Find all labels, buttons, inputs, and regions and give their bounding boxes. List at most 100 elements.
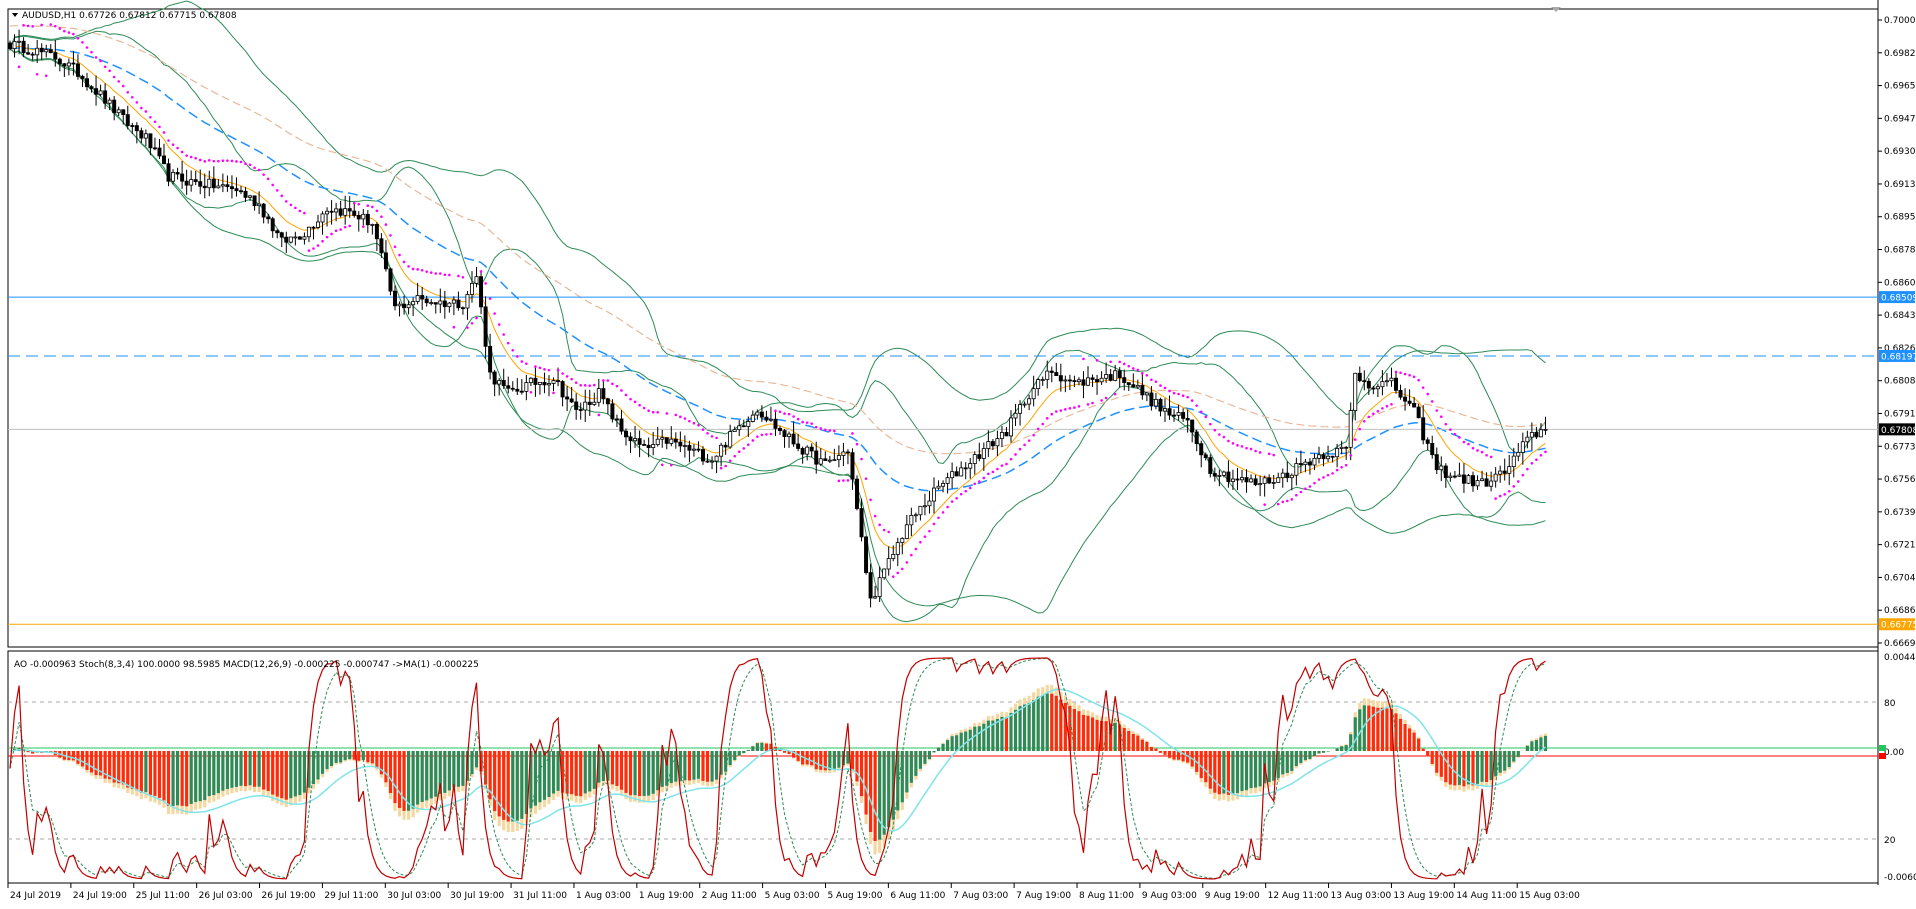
candle-body — [583, 401, 588, 411]
psar-dot — [833, 429, 836, 433]
ao-bar — [692, 751, 696, 780]
psar-dot — [547, 368, 551, 372]
candle-body — [125, 114, 130, 126]
ao-bar — [85, 751, 89, 771]
psar-dot — [321, 239, 324, 243]
ao-bar — [837, 751, 841, 768]
ao-bar — [1308, 751, 1312, 760]
candle-body — [442, 300, 447, 308]
ao-bar — [1303, 751, 1307, 761]
candle-body — [202, 185, 207, 189]
candle-body — [1067, 379, 1072, 382]
candle-body — [569, 398, 574, 403]
candle-body — [719, 444, 724, 457]
ao-bar — [1154, 748, 1158, 751]
psar-dot — [1526, 467, 1529, 471]
psar-dot — [1276, 502, 1280, 506]
candle-body — [75, 63, 80, 77]
ao-bar — [1403, 724, 1407, 751]
candle-body — [1249, 478, 1254, 483]
candle-body — [986, 441, 991, 449]
candle-body — [479, 276, 484, 308]
ao-bar — [1113, 722, 1117, 751]
ao-bar — [126, 751, 130, 788]
psar-dot — [108, 69, 111, 73]
psar-dot — [1014, 453, 1017, 456]
candle-body — [646, 444, 651, 448]
psar-dot — [1435, 409, 1439, 412]
psar-dot — [121, 84, 125, 88]
ao-bar — [1489, 751, 1493, 781]
candle-body — [39, 47, 44, 53]
candle-body — [1366, 380, 1371, 389]
ao-bar — [733, 751, 737, 761]
ao-bar — [619, 751, 624, 790]
candle-body — [1022, 403, 1027, 406]
ao-bar — [1140, 739, 1144, 751]
price-tick-label: 0.66865 — [1884, 606, 1916, 616]
candle-body — [193, 179, 198, 183]
psar-dot — [221, 159, 225, 163]
price-tick-label: 0.69130 — [1884, 180, 1916, 190]
candle-body — [728, 431, 733, 448]
ao-bar — [493, 751, 497, 812]
ao-bar — [1235, 751, 1240, 794]
ao-bar — [1326, 751, 1330, 752]
candle-body — [673, 438, 678, 443]
ao-bar — [506, 751, 510, 822]
psar-dot — [1340, 465, 1343, 469]
candle-body — [103, 90, 108, 104]
candle-body — [1362, 380, 1367, 383]
ao-bar — [67, 751, 71, 761]
psar-dot — [746, 443, 750, 446]
candle-body — [1076, 379, 1081, 383]
candle-body — [1443, 465, 1448, 479]
psar-dot — [244, 162, 247, 166]
candle-body — [1176, 412, 1181, 416]
candle-body — [850, 452, 855, 480]
candle-body — [1394, 377, 1398, 391]
ao-bar — [221, 751, 225, 791]
psar-dot — [502, 333, 506, 336]
ao-bar — [828, 751, 832, 771]
ao-bar — [443, 751, 447, 793]
candle-body — [624, 430, 628, 438]
candle-body — [741, 425, 746, 428]
psar-dot — [1516, 480, 1520, 483]
psar-dot — [384, 223, 388, 226]
psar-dot — [629, 397, 632, 401]
candle-body — [162, 155, 166, 165]
candle-body — [1235, 478, 1240, 481]
candle-body — [1135, 385, 1140, 388]
psar-dot — [624, 393, 628, 397]
psar-dot — [1068, 407, 1072, 410]
candle-body — [460, 307, 465, 310]
time-tick-label: 12 Aug 11:00 — [1268, 891, 1329, 901]
candle-body — [143, 133, 148, 139]
ao-bar — [588, 751, 592, 792]
psar-dot — [1023, 443, 1026, 447]
psar-dot — [665, 412, 669, 415]
ao-bar — [1050, 693, 1054, 751]
psar-dot — [420, 268, 424, 272]
psar-dot — [1168, 389, 1171, 393]
ao-bar — [986, 720, 990, 751]
candle-body — [279, 232, 284, 238]
psar-dot — [991, 470, 995, 474]
ao-bar — [393, 751, 397, 804]
candle-body — [614, 418, 619, 421]
price-tick-label: 0.68435 — [1884, 311, 1916, 321]
candle-body — [248, 195, 253, 198]
ao-bar — [869, 751, 873, 832]
candle-body — [1240, 477, 1244, 481]
candle-body — [805, 446, 810, 455]
psar-dot — [923, 535, 927, 538]
psar-dot — [574, 381, 578, 384]
ao-bar — [542, 751, 547, 800]
ao-bar — [1466, 751, 1471, 785]
psar-dot — [561, 372, 564, 375]
psar-dot — [1412, 375, 1416, 379]
time-tick-label: 8 Aug 11:00 — [1079, 891, 1134, 901]
psar-dot — [1480, 450, 1484, 454]
candle-body — [429, 302, 434, 304]
